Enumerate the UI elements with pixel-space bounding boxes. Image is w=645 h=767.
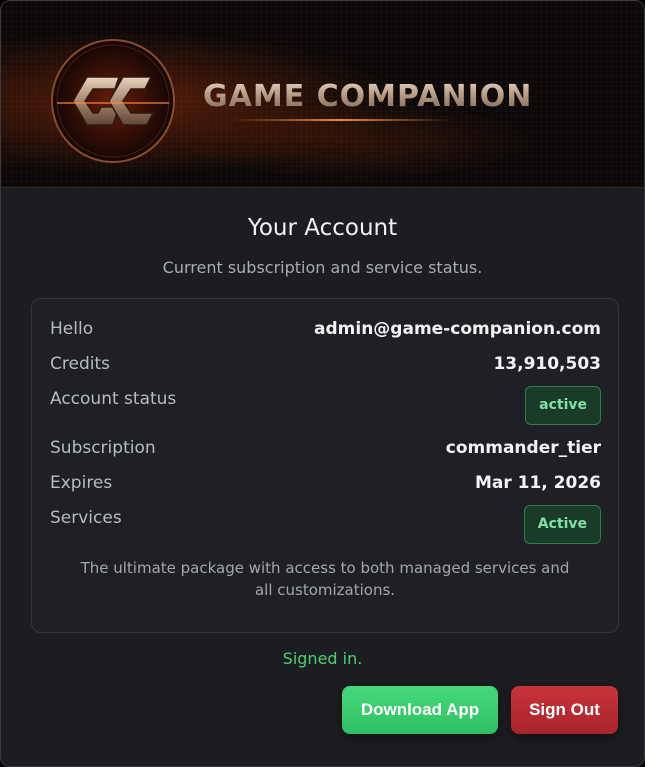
subscription-label: Subscription [50,438,156,458]
expires-value: Mar 11, 2026 [474,473,601,493]
account-details-panel: Hello admin@game-companion.com Credits 1… [31,298,619,633]
subscription-row: Subscription commander_tier [50,438,601,462]
user-email: admin@game-companion.com [314,319,601,339]
page-subtitle: Current subscription and service status. [162,258,483,277]
subscription-value: commander_tier [445,438,601,458]
credits-row: Credits 13,910,503 [50,354,601,378]
game-companion-logo [51,39,175,163]
account-card: GAME COMPANION Your Account Current subs… [0,0,645,767]
brand-name: GAME COMPANION [203,79,533,114]
account-status-label: Account status [50,389,177,409]
credits-label: Credits [50,354,110,374]
hello-label: Hello [50,319,94,339]
services-status-badge: Active [523,505,601,544]
services-row: Services Active [50,505,601,544]
light-flare [231,119,451,121]
account-status-row: Account status active [50,386,601,425]
signed-in-status: Signed in. [282,649,363,668]
credits-value: 13,910,503 [493,354,601,374]
services-label: Services [50,508,122,528]
expires-row: Expires Mar 11, 2026 [50,473,601,497]
download-app-button[interactable]: Download App [342,686,498,734]
brand-banner: GAME COMPANION [1,1,644,188]
expires-label: Expires [50,473,113,493]
subscription-description: The ultimate package with access to both… [80,559,570,599]
account-status-badge: active [525,386,601,425]
hello-row: Hello admin@game-companion.com [50,319,601,343]
sign-out-button[interactable]: Sign Out [511,686,618,734]
page-title: Your Account [247,215,398,241]
